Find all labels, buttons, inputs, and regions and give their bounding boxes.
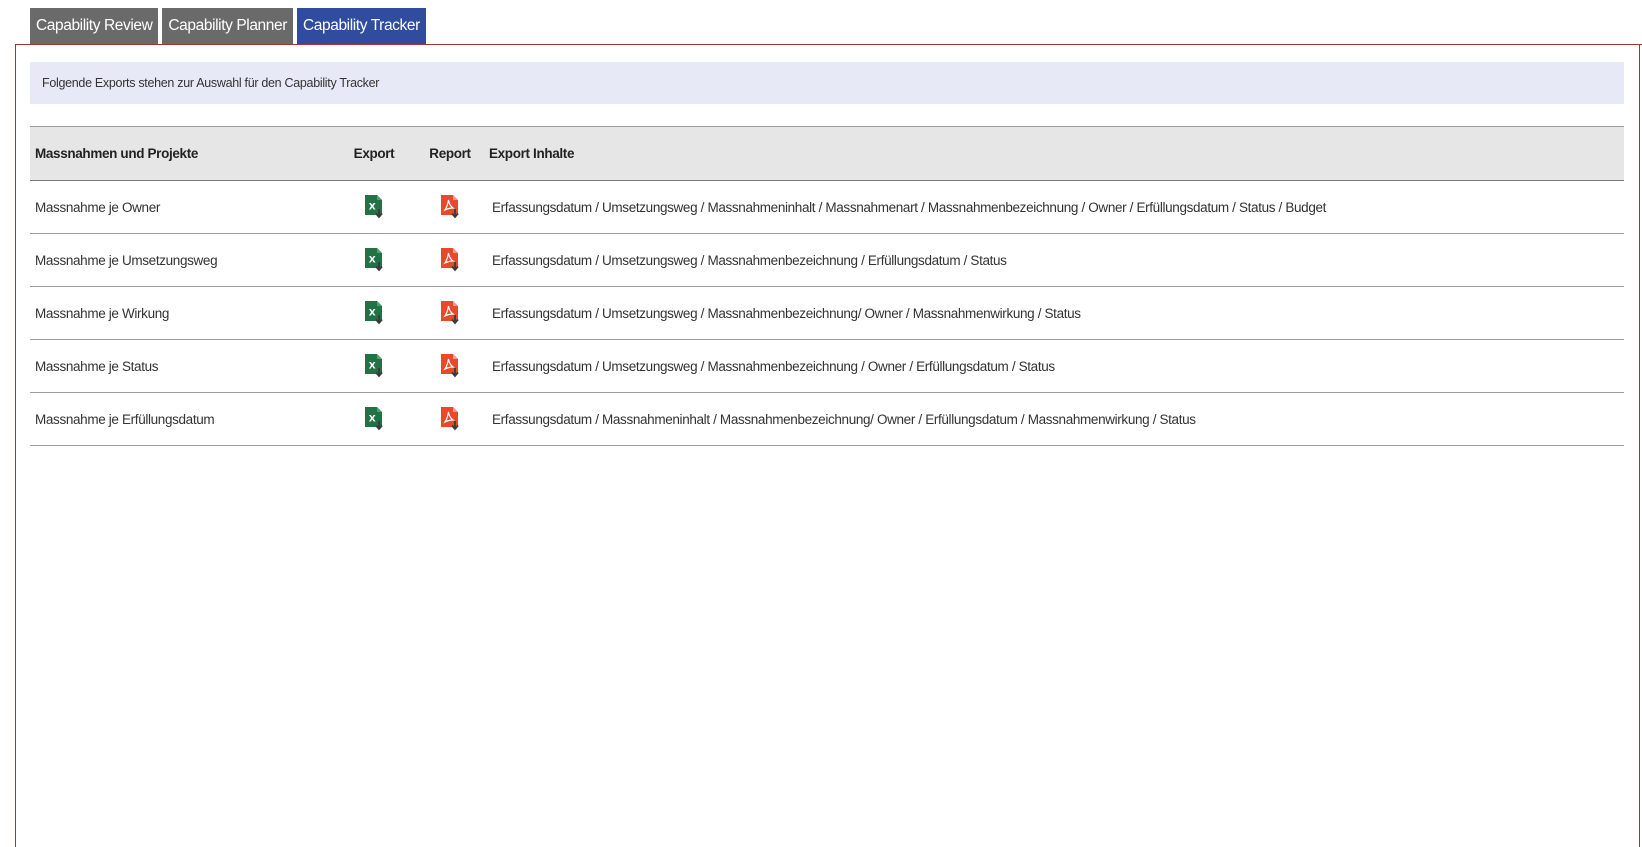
report-cell bbox=[428, 181, 472, 233]
row-name: Massnahme je Owner bbox=[35, 199, 161, 215]
row-export-content: Erfassungsdatum / Umsetzungsweg / Massna… bbox=[492, 199, 1327, 215]
exports-table: Massnahmen und Projekte Export Report Ex… bbox=[30, 126, 1624, 446]
export-cell: X bbox=[352, 393, 396, 445]
tab-capability-tracker[interactable]: Capability Tracker bbox=[297, 8, 426, 44]
panel-right-border bbox=[1639, 44, 1640, 847]
pdf-download-icon[interactable] bbox=[439, 194, 461, 220]
row-name: Massnahme je Wirkung bbox=[35, 305, 170, 321]
excel-download-icon[interactable]: X bbox=[363, 300, 385, 326]
header-content: Export Inhalte bbox=[489, 146, 575, 161]
svg-text:X: X bbox=[369, 203, 376, 213]
table-row: Massnahme je Status X Erfassungsdatum / … bbox=[30, 340, 1624, 393]
table-body: Massnahme je Owner X Erfassungsdatum / U… bbox=[30, 181, 1624, 446]
table-row: Massnahme je Wirkung X Erfassungsdatum /… bbox=[30, 287, 1624, 340]
table-row: Massnahme je Erfüllungsdatum X Erfassung… bbox=[30, 393, 1624, 446]
tab-capability-review[interactable]: Capability Review bbox=[30, 8, 159, 44]
excel-download-icon[interactable]: X bbox=[363, 194, 385, 220]
row-name: Massnahme je Status bbox=[35, 358, 159, 374]
tab-bar: Capability Review Capability Planner Cap… bbox=[30, 8, 426, 44]
svg-text:X: X bbox=[369, 362, 376, 372]
excel-download-icon[interactable]: X bbox=[363, 406, 385, 432]
header-name: Massnahmen und Projekte bbox=[35, 146, 198, 161]
table-row: Massnahme je Umsetzungsweg X Erfassungsd… bbox=[30, 234, 1624, 287]
row-name: Massnahme je Erfüllungsdatum bbox=[35, 411, 215, 427]
header-export: Export bbox=[353, 146, 395, 161]
export-cell: X bbox=[352, 287, 396, 339]
report-cell bbox=[428, 287, 472, 339]
pdf-download-icon[interactable] bbox=[439, 406, 461, 432]
row-name: Massnahme je Umsetzungsweg bbox=[35, 252, 218, 268]
export-cell: X bbox=[352, 234, 396, 286]
info-bar: Folgende Exports stehen zur Auswahl für … bbox=[30, 62, 1624, 104]
svg-text:X: X bbox=[369, 256, 376, 266]
report-cell bbox=[428, 393, 472, 445]
tracker-panel: Folgende Exports stehen zur Auswahl für … bbox=[15, 44, 1642, 847]
export-cell: X bbox=[352, 181, 396, 233]
table-row: Massnahme je Owner X Erfassungsdatum / U… bbox=[30, 181, 1624, 234]
pdf-download-icon[interactable] bbox=[439, 247, 461, 273]
tab-capability-planner[interactable]: Capability Planner bbox=[162, 8, 293, 44]
row-export-content: Erfassungsdatum / Umsetzungsweg / Massna… bbox=[492, 252, 1007, 268]
svg-text:X: X bbox=[369, 415, 376, 425]
header-report: Report bbox=[429, 146, 471, 161]
row-export-content: Erfassungsdatum / Umsetzungsweg / Massna… bbox=[492, 358, 1055, 374]
pdf-download-icon[interactable] bbox=[439, 300, 461, 326]
row-export-content: Erfassungsdatum / Umsetzungsweg / Massna… bbox=[492, 305, 1081, 321]
table-header-row: Massnahmen und Projekte Export Report Ex… bbox=[30, 126, 1624, 181]
page: Capability Review Capability Planner Cap… bbox=[0, 0, 1642, 847]
excel-download-icon[interactable]: X bbox=[363, 353, 385, 379]
report-cell bbox=[428, 234, 472, 286]
pdf-download-icon[interactable] bbox=[439, 353, 461, 379]
excel-download-icon[interactable]: X bbox=[363, 247, 385, 273]
report-cell bbox=[428, 340, 472, 392]
svg-text:X: X bbox=[369, 309, 376, 319]
export-cell: X bbox=[352, 340, 396, 392]
row-export-content: Erfassungsdatum / Massnahmeninhalt / Mas… bbox=[492, 411, 1196, 427]
